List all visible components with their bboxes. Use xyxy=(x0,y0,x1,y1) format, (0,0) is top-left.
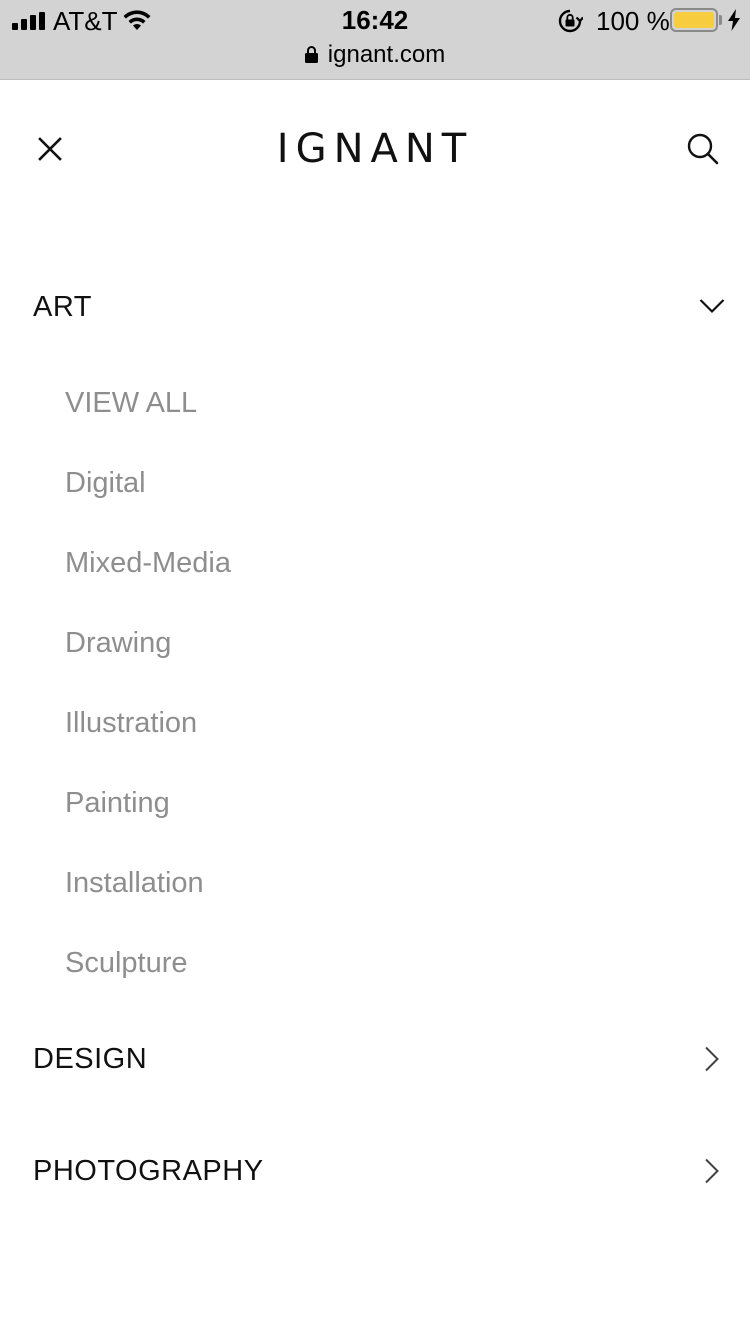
battery-level xyxy=(674,12,714,28)
url-bar[interactable]: ignant.com xyxy=(0,40,750,70)
status-bar: AT&T 16:42 100 % ignant.com xyxy=(0,0,750,80)
menu-section-design[interactable]: DESIGN xyxy=(0,1038,750,1082)
menu-section-label: DESIGN xyxy=(33,1043,148,1075)
battery-percent: 100 % xyxy=(596,6,670,36)
charging-icon xyxy=(728,9,740,31)
submenu-item-mixed-media[interactable]: Mixed-Media xyxy=(65,546,231,580)
submenu-item-digital[interactable]: Digital xyxy=(65,466,146,500)
menu-section-photography[interactable]: PHOTOGRAPHY xyxy=(0,1150,750,1194)
site-logo[interactable]: IGNANT xyxy=(0,126,750,172)
chevron-down-icon xyxy=(699,299,725,314)
battery-tip xyxy=(719,15,722,25)
search-icon[interactable] xyxy=(686,132,720,166)
submenu-item-sculpture[interactable]: Sculpture xyxy=(65,946,188,980)
battery-icon xyxy=(670,8,718,32)
submenu-item-painting[interactable]: Painting xyxy=(65,786,170,820)
submenu-item-drawing[interactable]: Drawing xyxy=(65,626,171,660)
menu-section-label: ART xyxy=(33,291,92,323)
menu-section-label: PHOTOGRAPHY xyxy=(33,1155,264,1187)
lock-icon xyxy=(304,46,318,63)
submenu-item-view-all[interactable]: VIEW ALL xyxy=(65,386,197,420)
page: AT&T 16:42 100 % ignant.com IGNANT ART V… xyxy=(0,0,750,1334)
submenu-item-illustration[interactable]: Illustration xyxy=(65,706,197,740)
chevron-right-icon xyxy=(705,1046,719,1072)
menu-section-art[interactable]: ART xyxy=(0,286,750,330)
chevron-right-icon xyxy=(705,1158,719,1184)
submenu-item-installation[interactable]: Installation xyxy=(65,866,204,900)
url-text: ignant.com xyxy=(327,41,446,68)
rotation-lock-icon xyxy=(558,9,583,33)
